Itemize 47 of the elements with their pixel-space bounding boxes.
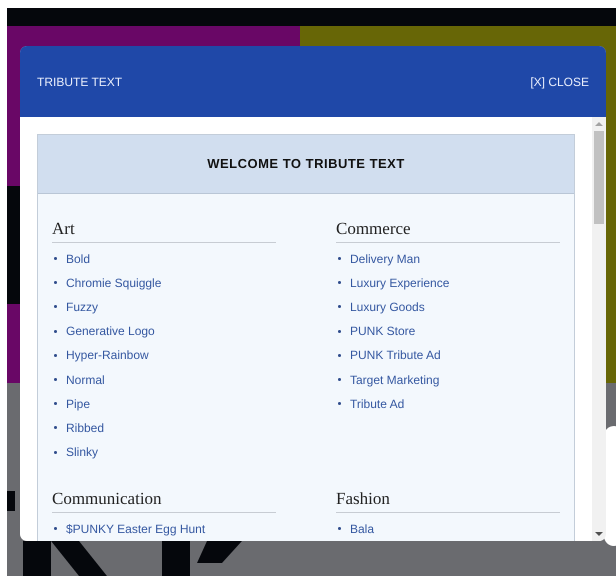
bullet-icon xyxy=(338,354,341,357)
bullet-icon xyxy=(338,378,341,382)
bullet-icon xyxy=(338,527,341,530)
category-heading: Fashion xyxy=(336,486,560,513)
bullet-icon xyxy=(54,450,57,454)
bullet-icon xyxy=(54,527,57,530)
panel-heading: WELCOME TO TRIBUTE TEXT xyxy=(38,135,574,194)
modal-title: TRIBUTE TEXT xyxy=(37,74,122,90)
bullet-icon xyxy=(54,402,57,406)
style-link[interactable]: PUNK Tribute Ad xyxy=(350,346,441,364)
style-link[interactable]: Hyper-Rainbow xyxy=(66,346,149,364)
bullet-icon xyxy=(54,281,57,284)
bullet-icon xyxy=(54,378,57,382)
style-link[interactable]: Luxury Goods xyxy=(350,298,425,316)
bullet-icon xyxy=(54,257,57,260)
style-link[interactable]: Pipe xyxy=(66,394,90,413)
style-link[interactable]: Bala xyxy=(350,520,374,538)
category-heading: Communication xyxy=(52,486,276,513)
bullet-icon xyxy=(54,330,57,333)
style-link[interactable]: Slinky xyxy=(66,443,98,462)
close-button[interactable]: [X] CLOSE xyxy=(530,72,589,90)
style-link[interactable]: Bold xyxy=(66,250,90,268)
style-link[interactable]: $PUNKY Easter Egg Hunt xyxy=(66,520,206,538)
category-heading: Art xyxy=(52,216,276,242)
bullet-icon xyxy=(338,257,341,260)
bullet-icon xyxy=(338,305,341,308)
bullet-icon xyxy=(54,305,57,308)
style-link[interactable]: Target Marketing xyxy=(350,370,440,389)
style-link[interactable]: Fuzzy xyxy=(66,298,98,316)
style-link[interactable]: Tribute Ad xyxy=(350,394,404,413)
bullet-icon xyxy=(338,402,341,406)
scroll-down-icon[interactable] xyxy=(595,532,603,536)
style-link[interactable]: Chromie Squiggle xyxy=(66,274,162,292)
style-link[interactable]: Ribbed xyxy=(66,418,104,437)
scrollbar-thumb[interactable] xyxy=(594,131,604,224)
style-link[interactable]: Luxury Experience xyxy=(350,274,450,292)
bullet-icon xyxy=(338,330,341,333)
bullet-icon xyxy=(54,426,57,430)
bullet-icon xyxy=(54,354,57,357)
style-link[interactable]: PUNK Store xyxy=(350,322,416,340)
scroll-up-icon[interactable] xyxy=(595,122,603,126)
scrollbar[interactable] xyxy=(592,117,606,541)
bullet-icon xyxy=(338,281,341,284)
style-link[interactable]: Normal xyxy=(66,370,105,389)
category-heading: Commerce xyxy=(336,216,560,242)
style-link[interactable]: Generative Logo xyxy=(66,322,155,340)
style-link[interactable]: Delivery Man xyxy=(350,250,420,268)
